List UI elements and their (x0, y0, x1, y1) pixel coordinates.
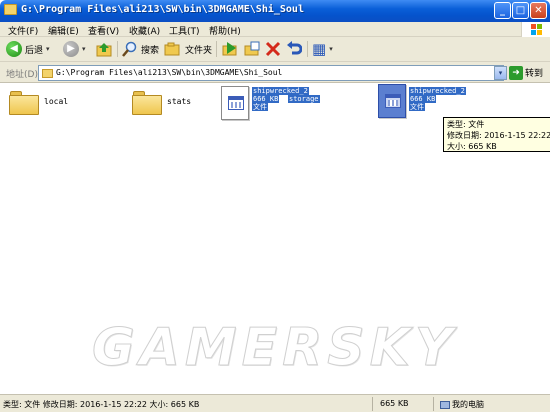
menu-file[interactable]: 文件(F) (8, 24, 38, 37)
folders-button[interactable]: 文件夹 (164, 39, 212, 59)
menu-view[interactable]: 查看(V) (88, 24, 119, 37)
status-bar: 类型: 文件 修改日期: 2016-1-15 22:22 大小: 665 KB … (0, 394, 550, 412)
status-size: 665 KB (380, 399, 409, 408)
go-arrow-icon: ➜ (509, 65, 523, 80)
move-to-button[interactable] (221, 39, 239, 59)
menu-edit[interactable]: 编辑(E) (48, 24, 79, 37)
forward-arrow-icon: ▶ (63, 41, 79, 57)
toolbar-separator (307, 41, 308, 57)
undo-button[interactable] (286, 39, 302, 59)
tooltip-date: 修改日期: 2016-1-15 22:22 (447, 131, 550, 140)
item-type: 文件 (409, 103, 425, 111)
status-location-label: 我的电脑 (452, 400, 484, 409)
search-magnifier-icon (122, 41, 137, 57)
item-size: 666 KB (409, 95, 437, 103)
search-label: 搜索 (141, 45, 160, 56)
back-arrow-icon: ◀ (6, 41, 22, 57)
status-location: 我的电脑 (440, 399, 484, 410)
menu-bar: 文件(F) 编辑(E) 查看(V) 收藏(A) 工具(T) 帮助(H) (0, 22, 550, 37)
folder-icon (9, 91, 39, 115)
item-name: stats (167, 97, 192, 106)
address-path: G:\Program Files\ali213\SW\bin\3DMGAME\S… (56, 68, 283, 77)
my-computer-icon (440, 400, 450, 409)
chevron-down-icon: ▾ (82, 45, 86, 53)
address-bar: 地址(D) G:\Program Files\ali213\SW\bin\3DM… (0, 62, 550, 83)
delete-x-icon (265, 41, 281, 57)
folders-label: 文件夹 (185, 45, 213, 56)
views-button[interactable]: ▦ ▾ (312, 39, 333, 59)
address-label: 地址(D) (6, 70, 38, 80)
window-title: G:\Program Files\ali213\SW\bin\3DMGAME\S… (21, 4, 304, 15)
back-button[interactable]: ◀ 后退 ▾ (6, 39, 50, 59)
status-divider (372, 397, 373, 411)
title-bar: G:\Program Files\ali213\SW\bin\3DMGAME\S… (0, 0, 550, 22)
folders-icon (164, 42, 180, 56)
folder-icon (4, 4, 17, 15)
toolbar-separator (117, 41, 118, 57)
go-label: 转到 (525, 69, 544, 79)
back-label: 后退 (25, 45, 44, 56)
status-details: 类型: 文件 修改日期: 2016-1-15 22:22 大小: 665 KB (3, 400, 200, 409)
close-button[interactable]: ✕ (530, 2, 547, 19)
folder-icon (132, 91, 162, 115)
undo-icon (287, 41, 302, 55)
views-icon: ▦ (312, 40, 327, 58)
item-name: local (44, 97, 69, 106)
forward-button[interactable]: ▶ ▾ (63, 39, 86, 59)
up-folder-icon (96, 43, 112, 57)
go-button[interactable]: ➜ 转到 (509, 65, 543, 80)
copy-to-button[interactable] (243, 39, 261, 59)
item-size: 666 KB (252, 95, 280, 103)
address-input[interactable]: G:\Program Files\ali213\SW\bin\3DMGAME\S… (38, 65, 504, 81)
delete-button[interactable] (265, 39, 281, 59)
file-icon (378, 84, 406, 118)
toolbar: ◀ 后退 ▾ ▶ ▾ 搜索 文件夹 ▦ ▾ (0, 37, 550, 62)
maximize-button[interactable]: □ (512, 2, 529, 19)
toolbar-separator (216, 41, 217, 57)
minimize-button[interactable]: _ (494, 2, 511, 19)
chevron-down-icon: ▾ (46, 45, 50, 53)
tooltip-type: 类型: 文件 (447, 120, 485, 129)
menu-help[interactable]: 帮助(H) (209, 24, 241, 37)
menu-tools[interactable]: 工具(T) (169, 24, 200, 37)
menu-favorites[interactable]: 收藏(A) (129, 24, 160, 37)
gamersky-watermark: GAMERSKY (92, 318, 458, 379)
search-button[interactable]: 搜索 (122, 39, 159, 59)
item-name: shipwrecked_2 (409, 87, 466, 95)
move-to-icon (222, 42, 237, 56)
folder-icon (42, 69, 53, 78)
file-info-tooltip: 类型: 文件 修改日期: 2016-1-15 22:22 大小: 665 KB (443, 117, 550, 152)
up-folder-button[interactable] (95, 39, 113, 59)
item-type: 文件 (252, 103, 268, 111)
file-icon (221, 86, 249, 120)
copy-to-icon (244, 41, 260, 56)
windows-logo-icon (521, 22, 550, 37)
tooltip-size: 大小: 665 KB (447, 142, 497, 151)
item-name: shipwrecked_2 (252, 87, 309, 95)
status-divider (433, 397, 434, 411)
chevron-down-icon: ▾ (329, 45, 333, 53)
address-dropdown-button[interactable]: ▾ (494, 66, 507, 80)
item-extra: storage (288, 95, 320, 103)
